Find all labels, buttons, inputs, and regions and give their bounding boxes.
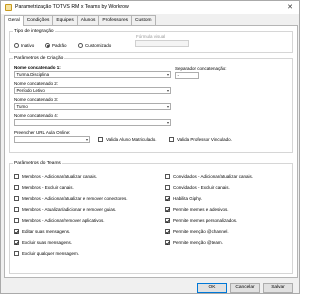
convidados-canais-checkbox[interactable]	[165, 174, 170, 179]
membros-conectores-label: Membros - Adicionar/atualizar e remover …	[22, 196, 128, 201]
ok-button[interactable]: OK	[197, 283, 227, 293]
mencao-channel-label: Permite menção @channel.	[173, 229, 229, 234]
cancel-button[interactable]: Cancelar	[230, 283, 260, 293]
excluir-qualquer-label: Excluir qualquer mensagem.	[22, 251, 80, 256]
formula-visual-field[interactable]	[135, 40, 189, 47]
app-icon	[5, 4, 12, 11]
nome1-label: Nome concatenado 1:	[14, 65, 61, 70]
tab-strip: Geral Condições Equipes Alunos Professor…	[4, 15, 156, 26]
chevron-down-icon	[166, 105, 169, 108]
nome3-value: Turno	[16, 104, 28, 109]
mencao-team-label: Permite menção @team.	[173, 240, 223, 245]
convidados-canais-label: Convidados - Adicionar/atualizar canais.	[173, 174, 254, 179]
membros-excluir-canais-label: Membros - Excluir canais.	[22, 185, 74, 190]
close-icon[interactable]: ✕	[284, 2, 296, 13]
membros-excluir-canais-checkbox[interactable]	[14, 185, 19, 190]
nome2-label: Nome concatenado 2:	[14, 81, 59, 86]
excluir-mensagens-label: Excluir suas mensagens.	[22, 240, 73, 245]
editar-mensagens-checkbox[interactable]	[14, 229, 19, 234]
membros-canais-label: Membros - Adicionar/atualizar canais.	[22, 174, 98, 179]
valida-professor-checkbox[interactable]	[169, 137, 174, 142]
nome3-label: Nome concatenado 3:	[14, 97, 59, 102]
mencao-team-checkbox[interactable]	[165, 240, 170, 245]
chevron-down-icon	[166, 89, 169, 92]
editar-mensagens-label: Editar suas mensagens.	[22, 229, 71, 234]
membros-aplicativos-label: Membros - Adicionar/remover aplicativos.	[22, 218, 105, 223]
habilita-giphy-checkbox[interactable]	[165, 196, 170, 201]
excluir-mensagens-checkbox[interactable]	[14, 240, 19, 245]
valida-professor-label: Valida Professor Vinculado.	[177, 137, 232, 142]
save-button[interactable]: Salvar	[263, 283, 293, 293]
radio-customizado-label: Customizado	[85, 43, 112, 48]
chevron-down-icon	[166, 73, 169, 76]
formula-visual-label: Fórmula visual	[136, 34, 166, 39]
nome1-select[interactable]: Turma.Disciplina	[14, 71, 171, 78]
radio-padrao[interactable]	[45, 43, 50, 48]
separador-label: Separador concatenação:	[175, 66, 227, 71]
valida-aluno-label: Valida Aluno Matriculado.	[106, 137, 157, 142]
nome1-value: Turma.Disciplina	[16, 72, 50, 77]
mencao-channel-checkbox[interactable]	[165, 229, 170, 234]
teams-params-label: Parâmetros do Teams	[13, 160, 62, 166]
convidados-excluir-label: Convidados - Excluir canais.	[173, 185, 230, 190]
nome2-value: Período Letivo	[16, 88, 45, 93]
memes-personalizados-label: Permite memes personalizados.	[173, 218, 238, 223]
url-aula-select[interactable]	[14, 136, 90, 143]
membros-guias-label: Membros - Atualizar/adicionar e remover …	[22, 207, 117, 212]
window-title: Parametrização TOTVS RM x Teams by Workr…	[15, 4, 129, 10]
membros-conectores-checkbox[interactable]	[14, 196, 19, 201]
radio-inativo-label: Inativo	[21, 43, 35, 48]
tab-alunos[interactable]: Alunos	[76, 15, 100, 25]
chevron-down-icon	[85, 138, 88, 141]
tab-professores[interactable]: Professores	[98, 15, 133, 25]
nome3-select[interactable]: Turno	[14, 103, 171, 110]
habilita-giphy-label: Habilita Giphy.	[173, 196, 202, 201]
radio-inativo[interactable]	[14, 43, 19, 48]
membros-guias-checkbox[interactable]	[14, 207, 19, 212]
chevron-down-icon	[166, 121, 169, 124]
creation-params-label: Parâmetros de Criação	[13, 55, 65, 61]
title-bar: Parametrização TOTVS RM x Teams by Workr…	[1, 1, 299, 14]
membros-canais-checkbox[interactable]	[14, 174, 19, 179]
dialog-window: Parametrização TOTVS RM x Teams by Workr…	[0, 0, 300, 294]
tab-panel-geral: Tipo de integração Inativo Padrão Custom…	[4, 25, 298, 278]
radio-customizado[interactable]	[78, 43, 83, 48]
memes-adesivos-label: Permite memes e adesivos.	[173, 207, 229, 212]
integration-type-label: Tipo de integração	[13, 28, 55, 34]
nome4-select[interactable]	[14, 119, 171, 126]
membros-aplicativos-checkbox[interactable]	[14, 218, 19, 223]
tab-geral[interactable]: Geral	[4, 15, 24, 26]
separador-field[interactable]: -	[175, 72, 199, 79]
tab-equipes[interactable]: Equipes	[52, 15, 78, 25]
nome4-label: Nome concatenado 4:	[14, 113, 59, 118]
url-aula-label: Preencher URL Aula Online:	[14, 130, 71, 135]
memes-personalizados-checkbox[interactable]	[165, 218, 170, 223]
nome2-select[interactable]: Período Letivo	[14, 87, 171, 94]
convidados-excluir-checkbox[interactable]	[165, 185, 170, 190]
memes-adesivos-checkbox[interactable]	[165, 207, 170, 212]
radio-padrao-label: Padrão	[52, 43, 67, 48]
tab-condicoes[interactable]: Condições	[22, 15, 54, 25]
valida-aluno-checkbox[interactable]	[98, 137, 103, 142]
tab-custom[interactable]: Custom	[131, 15, 156, 25]
excluir-qualquer-checkbox[interactable]	[14, 251, 19, 256]
